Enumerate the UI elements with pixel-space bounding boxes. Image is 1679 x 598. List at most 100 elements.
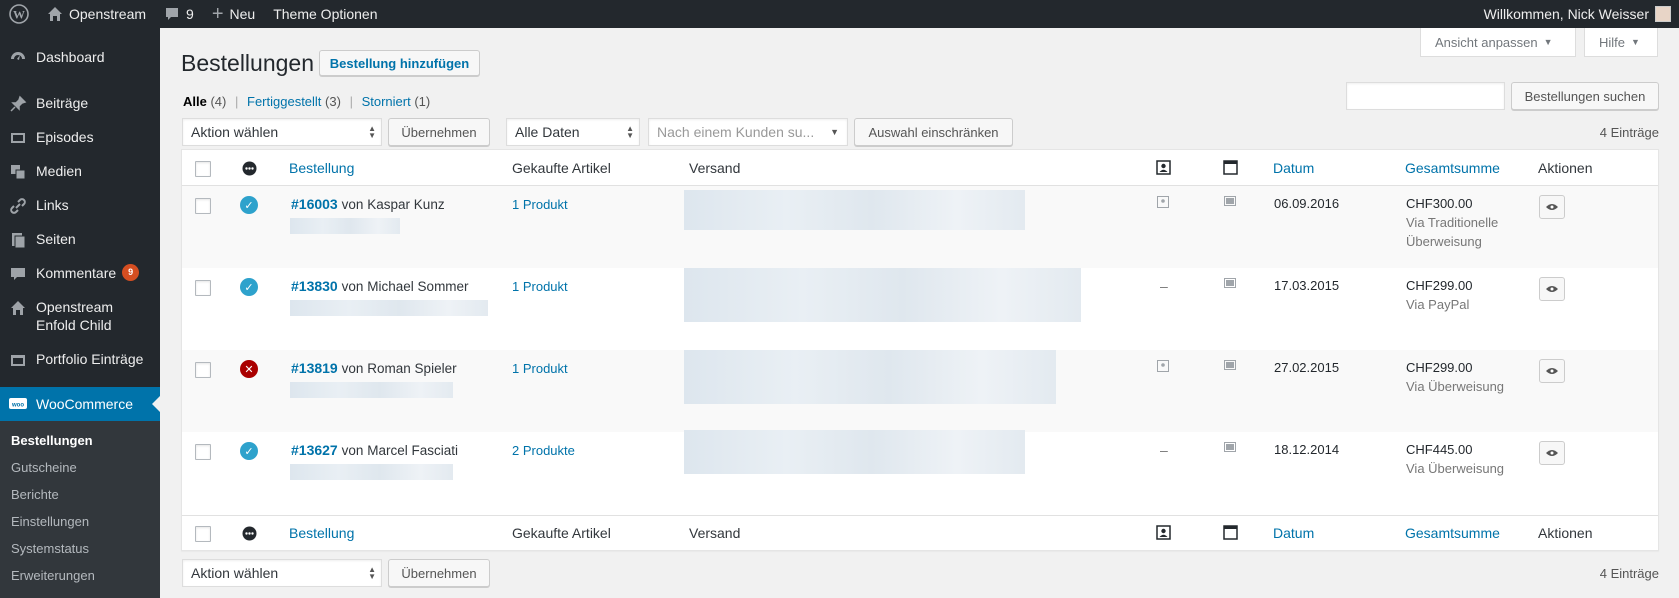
submenu-coupons[interactable]: Gutscheine: [0, 460, 77, 475]
select-all-checkbox[interactable]: [195, 161, 211, 177]
submenu-extensions[interactable]: Erweiterungen: [0, 568, 95, 583]
order-by: von: [341, 443, 364, 458]
table-row: ✓ #13830 von Michael Sommer 1 Produkt – …: [182, 268, 1658, 350]
screen-options-label: Ansicht anpassen: [1435, 34, 1538, 50]
filter-completed[interactable]: Fertiggestellt (3): [247, 94, 341, 109]
row-checkbox[interactable]: [195, 444, 211, 460]
submenu-system-status[interactable]: Systemstatus: [0, 541, 89, 556]
link-icon: [8, 196, 28, 216]
sidebar-label-pages: Seiten: [36, 231, 76, 247]
order-title: #13627 von Marcel Fasciati: [291, 442, 458, 458]
note-icon: [1224, 196, 1236, 211]
sidebar-item-portfolio[interactable]: Portfolio Einträge: [0, 350, 160, 368]
select-arrows-icon: ▲ ▼: [368, 124, 376, 140]
woocommerce-icon: woo: [8, 394, 28, 414]
view-order-button[interactable]: [1539, 441, 1565, 465]
order-by: von: [341, 197, 364, 212]
order-total-amount: CHF299.00: [1406, 278, 1473, 293]
media-icon: [8, 128, 28, 148]
filter-cancelled[interactable]: Storniert (1): [362, 94, 431, 109]
filter-completed-label: Fertiggestellt: [247, 94, 322, 109]
table-row: ✕ #13819 von Roman Spieler 1 Produkt 27.…: [182, 350, 1658, 432]
pin-icon: [8, 94, 28, 114]
table-row: ✓ #13627 von Marcel Fasciati 2 Produkte …: [182, 430, 1658, 514]
wordpress-icon: W: [9, 4, 29, 24]
order-number-link[interactable]: #16003: [291, 196, 338, 212]
order-items-link[interactable]: 1 Produkt: [512, 197, 568, 212]
apply-button-top[interactable]: Übernehmen: [388, 118, 490, 146]
sidebar-item-episodes[interactable]: Episodes: [0, 128, 160, 146]
submenu-settings[interactable]: Einstellungen: [0, 514, 89, 529]
order-items-link[interactable]: 2 Produkte: [512, 443, 575, 458]
sidebar-item-posts[interactable]: Beiträge: [0, 94, 160, 112]
column-date[interactable]: Datum: [1273, 525, 1314, 541]
payment-method-line2: Überweisung: [1406, 234, 1482, 249]
plus-icon: +: [211, 3, 224, 25]
wordpress-logo-button[interactable]: W: [0, 0, 38, 28]
sidebar-item-pages[interactable]: Seiten: [0, 230, 160, 249]
submenu-reports[interactable]: Berichte: [0, 487, 59, 502]
column-order[interactable]: Bestellung: [289, 160, 354, 176]
redacted-shipping-address: [684, 430, 1025, 474]
add-order-button[interactable]: Bestellung hinzufügen: [319, 50, 480, 76]
filter-button[interactable]: Auswahl einschränken: [854, 118, 1013, 146]
sidebar-item-woocommerce[interactable]: woo WooCommerce: [0, 387, 160, 421]
column-actions: Aktionen: [1538, 525, 1593, 541]
order-number-link[interactable]: #13627: [291, 442, 338, 458]
help-tab[interactable]: Hilfe ▼: [1584, 28, 1658, 57]
customer-search-select[interactable]: Nach einem Kunden su... ▼: [648, 118, 848, 146]
sidebar-item-comments[interactable]: Kommentare 9: [0, 264, 160, 282]
comments-link[interactable]: 9: [155, 0, 203, 28]
order-number-link[interactable]: #13830: [291, 278, 338, 294]
column-date[interactable]: Datum: [1273, 160, 1314, 176]
new-content-link[interactable]: + Neu: [203, 0, 264, 28]
sidebar-item-dashboard[interactable]: Dashboard: [0, 48, 160, 66]
order-total-amount: CHF445.00: [1406, 442, 1473, 457]
column-shipping: Versand: [689, 160, 741, 176]
sidebar-label-comments: Kommentare: [36, 265, 117, 281]
account-menu[interactable]: Willkommen, Nick Weisser: [1475, 0, 1679, 28]
home-icon: [8, 298, 28, 318]
search-orders-button[interactable]: Bestellungen suchen: [1511, 82, 1659, 110]
column-total[interactable]: Gesamtsumme: [1405, 160, 1500, 176]
apply-button-bottom[interactable]: Übernehmen: [388, 559, 490, 587]
media-library-icon: [8, 162, 28, 182]
sidebar-item-links[interactable]: Links: [0, 196, 160, 214]
column-actions: Aktionen: [1538, 160, 1593, 176]
sidebar-item-media[interactable]: Medien: [0, 162, 160, 180]
order-date: 18.12.2014: [1274, 442, 1340, 457]
filter-all[interactable]: Alle (4): [183, 94, 226, 109]
order-total: CHF445.00 Via Überweisung: [1406, 442, 1504, 478]
order-date: 06.09.2016: [1274, 196, 1340, 211]
theme-options-link[interactable]: Theme Optionen: [264, 0, 386, 28]
row-checkbox[interactable]: [195, 362, 211, 378]
row-checkbox[interactable]: [195, 280, 211, 296]
view-order-button[interactable]: [1539, 195, 1565, 219]
order-number-link[interactable]: #13819: [291, 360, 338, 376]
bulk-action-select-bottom[interactable]: Aktion wählen ▲ ▼: [182, 559, 382, 587]
bulk-action-select-top[interactable]: Aktion wählen ▲ ▼: [182, 118, 382, 146]
order-total-amount: CHF299.00: [1406, 360, 1473, 375]
select-arrows-icon: ▲ ▼: [368, 565, 376, 581]
sidebar-item-theme[interactable]: Openstream Enfold Child: [0, 298, 160, 334]
contact-card-icon: [1156, 160, 1171, 178]
status-filters: Alle (4) | Fertiggestellt (3) | Stornier…: [183, 94, 430, 109]
redacted-shipping-address: [684, 190, 1025, 230]
note-icon: [1224, 442, 1236, 457]
screen-options-tab[interactable]: Ansicht anpassen ▼: [1420, 28, 1576, 57]
order-items-link[interactable]: 1 Produkt: [512, 361, 568, 376]
customer-name-link[interactable]: Michael Sommer: [367, 279, 468, 294]
submenu-orders[interactable]: Bestellungen: [0, 433, 93, 448]
column-total[interactable]: Gesamtsumme: [1405, 525, 1500, 541]
select-all-checkbox[interactable]: [195, 526, 211, 542]
site-name-link[interactable]: Openstream: [38, 0, 155, 28]
date-filter-select[interactable]: Alle Daten ▲ ▼: [506, 118, 640, 146]
order-items-link[interactable]: 1 Produkt: [512, 279, 568, 294]
column-order[interactable]: Bestellung: [289, 525, 354, 541]
search-input[interactable]: [1346, 82, 1505, 110]
row-checkbox[interactable]: [195, 198, 211, 214]
status-column-icon: [242, 161, 257, 179]
column-items: Gekaufte Artikel: [512, 525, 611, 541]
view-order-button[interactable]: [1539, 359, 1565, 383]
view-order-button[interactable]: [1539, 277, 1565, 301]
